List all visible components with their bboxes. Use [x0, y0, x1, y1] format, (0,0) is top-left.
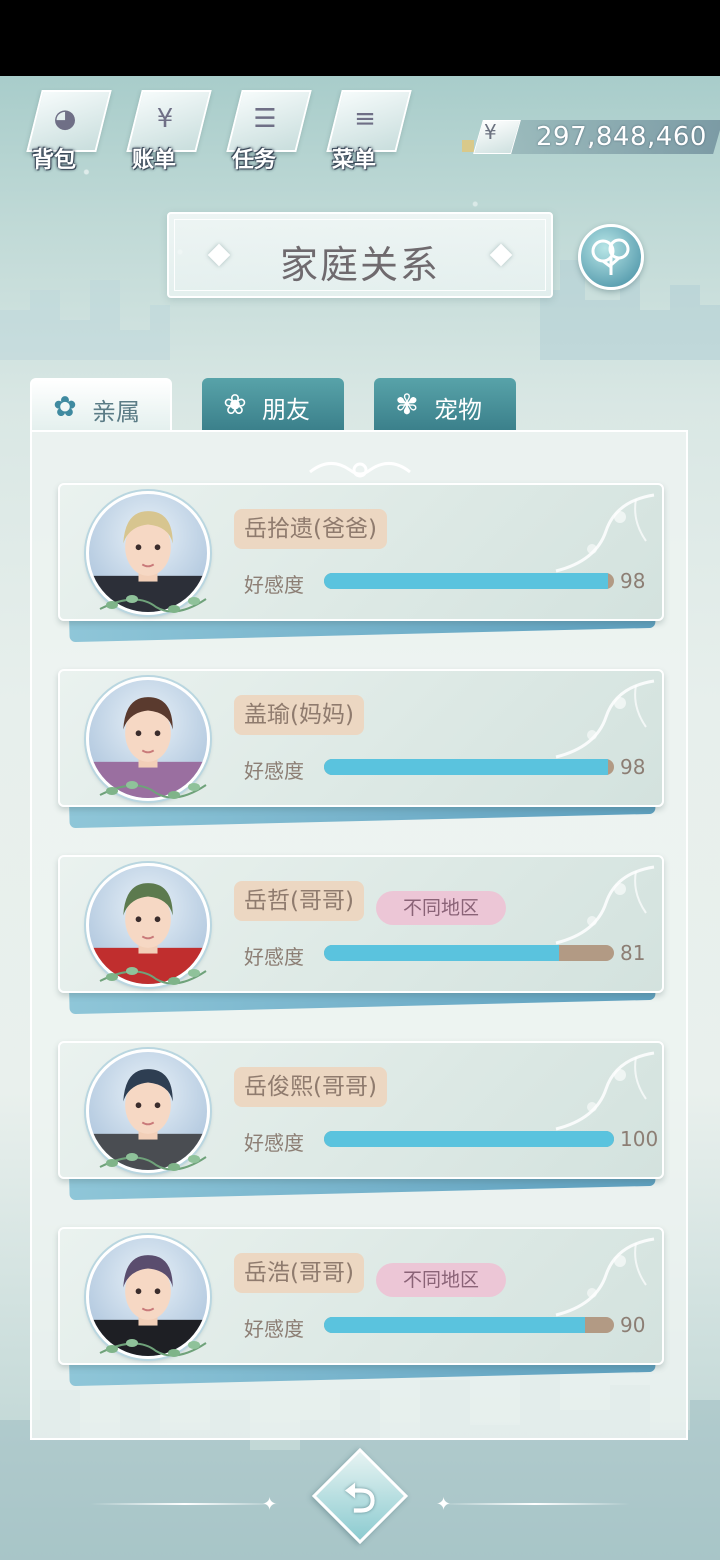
task-icon: ☰ [253, 104, 277, 134]
bill-label: 账单 [131, 148, 176, 173]
favor-value: 90 [620, 1313, 646, 1337]
favor-bar [324, 759, 614, 775]
favor-bar-fill [324, 945, 559, 961]
favor-bar [324, 1317, 614, 1333]
tab-pets[interactable]: ✾ 宠物 [374, 378, 516, 432]
favor-label: 好感度 [244, 759, 304, 783]
favor-label: 好感度 [244, 945, 304, 969]
divider-right [440, 1503, 630, 1505]
backpack-button[interactable]: ◕ 背包 [20, 86, 112, 182]
back-arrow-icon: ⮌ [343, 1476, 377, 1522]
menu-label: 菜单 [331, 148, 376, 173]
favor-bar-fill [324, 759, 609, 775]
member-name: 岳拾遗(爸爸) [234, 509, 387, 549]
page-title: 家庭关系 [279, 243, 440, 287]
region-badge: 不同地区 [376, 891, 506, 925]
member-card[interactable]: 岳浩(哥哥) 不同地区好感度 90 [58, 1227, 664, 1387]
family-tree-icon [591, 238, 630, 275]
coin-dot [462, 140, 474, 152]
card-face: 岳俊熙(哥哥) 好感度 100 [58, 1041, 664, 1179]
favor-value: 98 [620, 755, 646, 779]
member-card[interactable]: 岳俊熙(哥哥) 好感度 100 [58, 1041, 664, 1201]
tab-relatives[interactable]: ✿ 亲属 [30, 378, 172, 432]
favor-bar-fill [324, 573, 609, 589]
favor-bar [324, 573, 614, 589]
money-display: ¥ 297,848,460 [462, 118, 720, 156]
leaf-wreath-icon [99, 781, 207, 799]
money-amount: 297,848,460 [536, 122, 707, 152]
back-button[interactable]: ⮌ [311, 1447, 409, 1545]
member-name: 岳浩(哥哥) [234, 1253, 364, 1293]
favor-bar [324, 1131, 614, 1147]
member-name: 盖瑜(妈妈) [234, 695, 364, 735]
yen-icon: ¥ [484, 120, 497, 144]
favor-label: 好感度 [244, 1131, 304, 1155]
backpack-label: 背包 [31, 148, 76, 173]
card-face: 岳拾遗(爸爸) 好感度 98 [58, 483, 664, 621]
card-face: 岳哲(哥哥) 不同地区好感度 81 [58, 855, 664, 993]
member-card[interactable]: 岳拾遗(爸爸) 好感度 98 [58, 483, 664, 643]
page-title-box: 家庭关系 [167, 212, 553, 298]
member-name: 岳俊熙(哥哥) [234, 1067, 387, 1107]
menu-icon: ≡ [354, 104, 376, 134]
favor-bar-fill [324, 1131, 614, 1147]
tab-relatives-label: 亲属 [92, 398, 140, 426]
favor-value: 81 [620, 941, 646, 965]
backpack-icon: ◕ [53, 104, 77, 134]
leaf-wreath-icon [99, 1153, 207, 1171]
sparkle-icon: ✦ [436, 1494, 452, 1515]
flower-icon: ❀ [223, 388, 247, 421]
favor-bar-fill [324, 1317, 585, 1333]
status-bar [0, 0, 720, 76]
tab-friends[interactable]: ❀ 朋友 [202, 378, 344, 432]
favor-value: 100 [620, 1127, 659, 1151]
member-name: 岳哲(哥哥) [234, 881, 364, 921]
tab-pets-label: 宠物 [434, 396, 482, 424]
leaf-wreath-icon [99, 967, 207, 985]
menu-button[interactable]: ≡ 菜单 [320, 86, 412, 182]
region-badge: 不同地区 [376, 1263, 506, 1297]
favor-label: 好感度 [244, 1317, 304, 1341]
favor-value: 98 [620, 569, 646, 593]
flower-icon: ✿ [53, 390, 77, 423]
flower-icon: ✾ [395, 388, 419, 421]
tab-friends-label: 朋友 [262, 396, 310, 424]
divider-left [90, 1503, 280, 1505]
card-face: 岳浩(哥哥) 不同地区好感度 90 [58, 1227, 664, 1365]
task-label: 任务 [231, 148, 276, 173]
leaf-wreath-icon [99, 595, 207, 613]
favor-bar [324, 945, 614, 961]
member-card[interactable]: 岳哲(哥哥) 不同地区好感度 81 [58, 855, 664, 1015]
bill-button[interactable]: ¥ 账单 [120, 86, 212, 182]
family-tree-button[interactable] [578, 224, 644, 290]
member-card[interactable]: 盖瑜(妈妈) 好感度 98 [58, 669, 664, 829]
card-face: 盖瑜(妈妈) 好感度 98 [58, 669, 664, 807]
bill-icon: ¥ [156, 104, 174, 134]
leaf-wreath-icon [99, 1339, 207, 1357]
favor-label: 好感度 [244, 573, 304, 597]
sparkle-icon: ✦ [262, 1494, 278, 1515]
task-button[interactable]: ☰ 任务 [220, 86, 312, 182]
